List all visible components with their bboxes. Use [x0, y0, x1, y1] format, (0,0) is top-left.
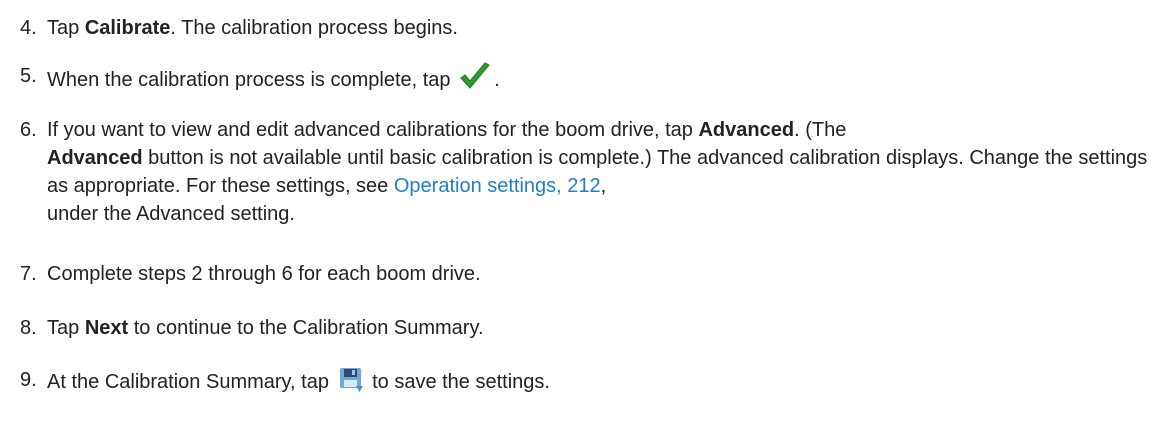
step-7: 7. Complete steps 2 through 6 for each b…	[20, 260, 1156, 288]
step-text-pre: If you want to view and edit advanced ca…	[47, 119, 699, 141]
step-text-post: .	[494, 69, 500, 91]
step-text: At the Calibration Summary, tap to save …	[47, 366, 1156, 402]
step-text-pre: At the Calibration Summary, tap	[47, 371, 335, 393]
step-number: 5.	[20, 65, 37, 87]
save-icon	[337, 366, 365, 402]
checkmark-icon	[458, 62, 492, 100]
step-number: 9.	[20, 369, 37, 391]
calibrate-term: Calibrate	[84, 17, 171, 39]
step-text-pre: Tap	[47, 317, 85, 339]
step-text-line: under the Advanced setting.	[47, 203, 295, 225]
document-page: 4. Tap Calibrate. The calibration proces…	[0, 0, 1174, 421]
step-text: If you want to view and edit advanced ca…	[47, 116, 1156, 228]
step-text-post: ,	[600, 175, 607, 197]
step-text: Complete steps 2 through 6 for each boom…	[47, 263, 481, 285]
step-text: When the calibration process is complete…	[47, 62, 1156, 100]
step-number: 8.	[20, 317, 37, 339]
step-text-pre: Tap	[47, 17, 85, 39]
step-text: Tap Calibrate. The calibration process b…	[47, 14, 1156, 42]
step-number: 7.	[20, 263, 37, 285]
step-text-post: . The calibration process begins.	[170, 17, 458, 39]
step-text-pre: When the calibration process is complete…	[47, 69, 457, 91]
step-6: 6. If you want to view and edit advanced…	[20, 116, 1156, 228]
next-term: Next	[84, 317, 129, 339]
step-number: 4.	[20, 17, 37, 39]
step-number: 6.	[20, 119, 37, 141]
advanced-term: Advanced	[698, 119, 795, 141]
operation-settings-link[interactable]: Operation settings, 212	[394, 175, 601, 197]
step-text: Tap Next to continue to the Calibration …	[47, 314, 1156, 342]
step-4: 4. Tap Calibrate. The calibration proces…	[20, 14, 1156, 42]
step-5: 5. When the calibration process is compl…	[20, 62, 1156, 100]
step-text-mid: . (The	[794, 119, 847, 141]
step-9: 9. At the Calibration Summary, tap to sa…	[20, 366, 1156, 402]
step-text-post: to save the settings.	[366, 371, 550, 393]
step-text-post: to continue to the Calibration Summary.	[128, 317, 484, 339]
advanced-term: Advanced	[47, 147, 143, 169]
step-8: 8. Tap Next to continue to the Calibrati…	[20, 314, 1156, 342]
